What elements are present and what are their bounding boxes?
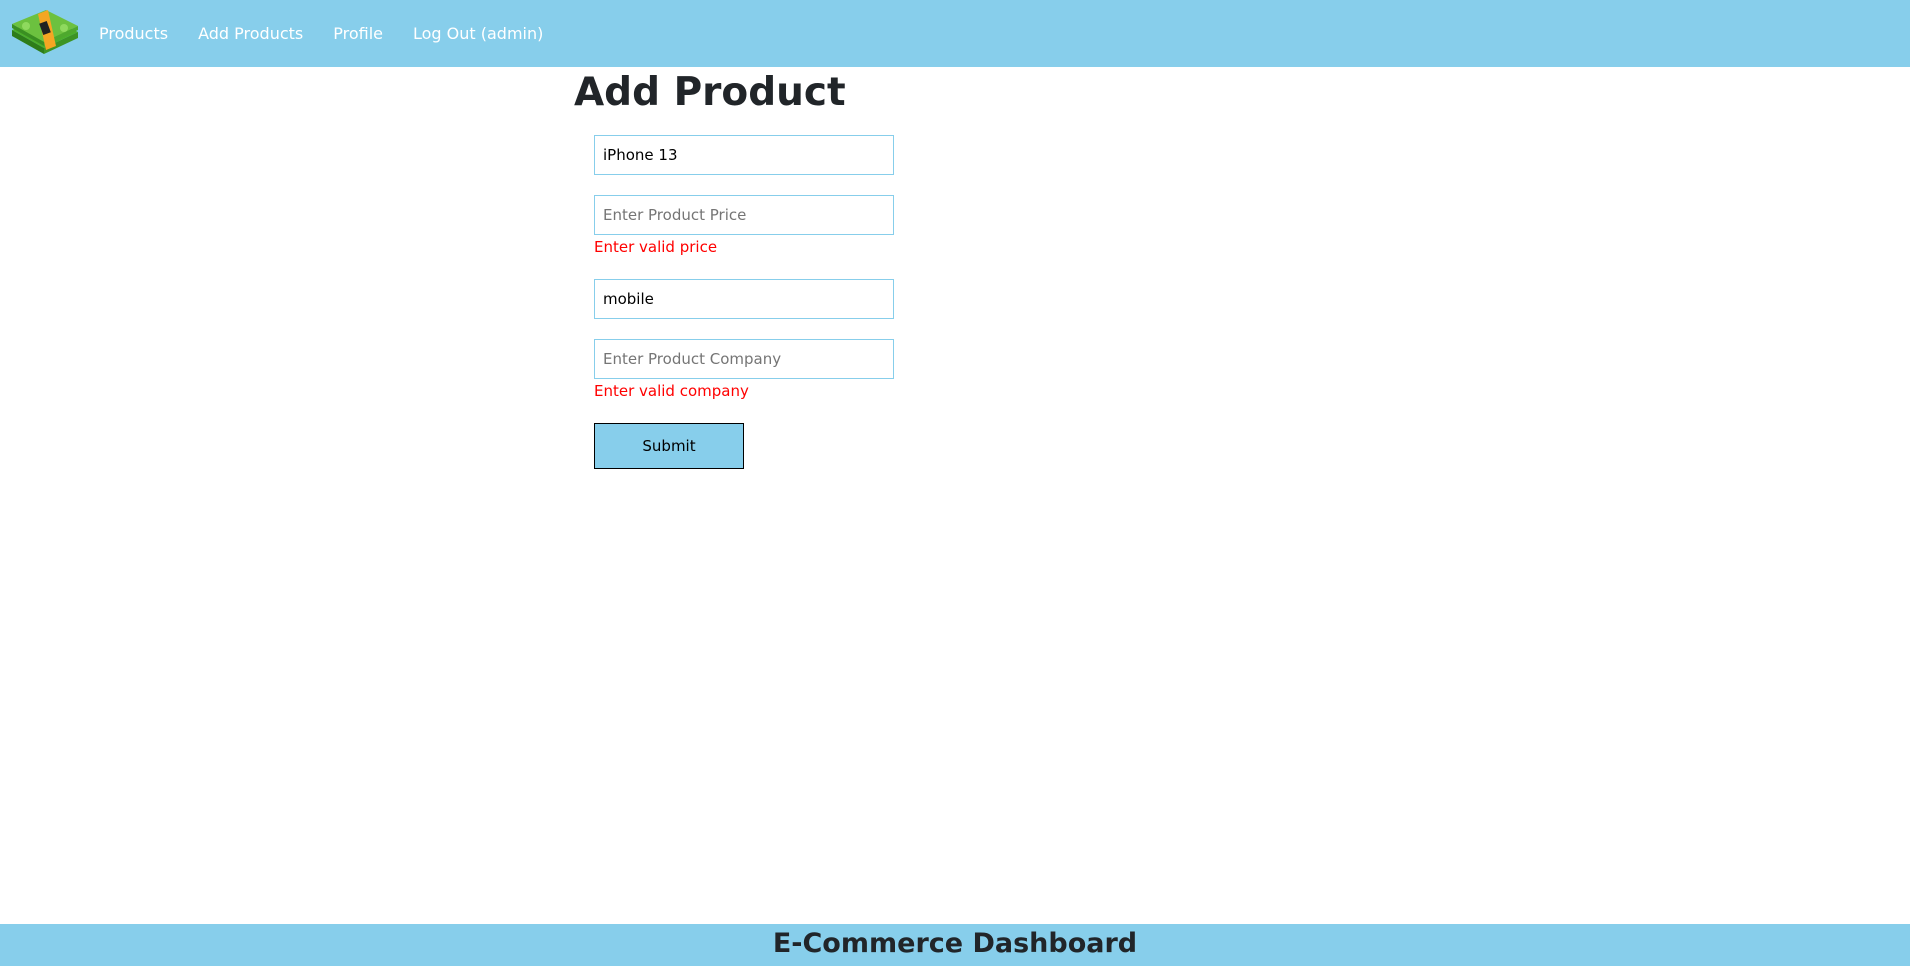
price-error-message: Enter valid price: [594, 238, 718, 256]
money-stack-icon[interactable]: [8, 10, 80, 58]
nav-link-logout[interactable]: Log Out (admin): [413, 24, 543, 43]
footer-title: E-Commerce Dashboard: [772, 928, 1138, 959]
nav-link-profile[interactable]: Profile: [333, 24, 383, 43]
nav-item-products: Products: [99, 24, 168, 43]
nav-item-logout: Log Out (admin): [413, 24, 543, 43]
product-company-input[interactable]: [594, 339, 894, 379]
nav-link-products[interactable]: Products: [99, 24, 168, 43]
nav-item-profile: Profile: [333, 24, 383, 43]
product-name-input[interactable]: [594, 135, 894, 175]
nav-item-add-products: Add Products: [198, 24, 303, 43]
nav-menu: Products Add Products Profile Log Out (a…: [99, 0, 573, 67]
submit-button[interactable]: Submit: [594, 423, 744, 469]
page-title: Add Product: [574, 70, 846, 115]
navbar: Products Add Products Profile Log Out (a…: [0, 0, 1910, 67]
product-price-input[interactable]: [594, 195, 894, 235]
product-category-input[interactable]: [594, 279, 894, 319]
nav-link-add-products[interactable]: Add Products: [198, 24, 303, 43]
company-error-message: Enter valid company: [594, 382, 749, 400]
footer: E-Commerce Dashboard: [0, 924, 1910, 966]
